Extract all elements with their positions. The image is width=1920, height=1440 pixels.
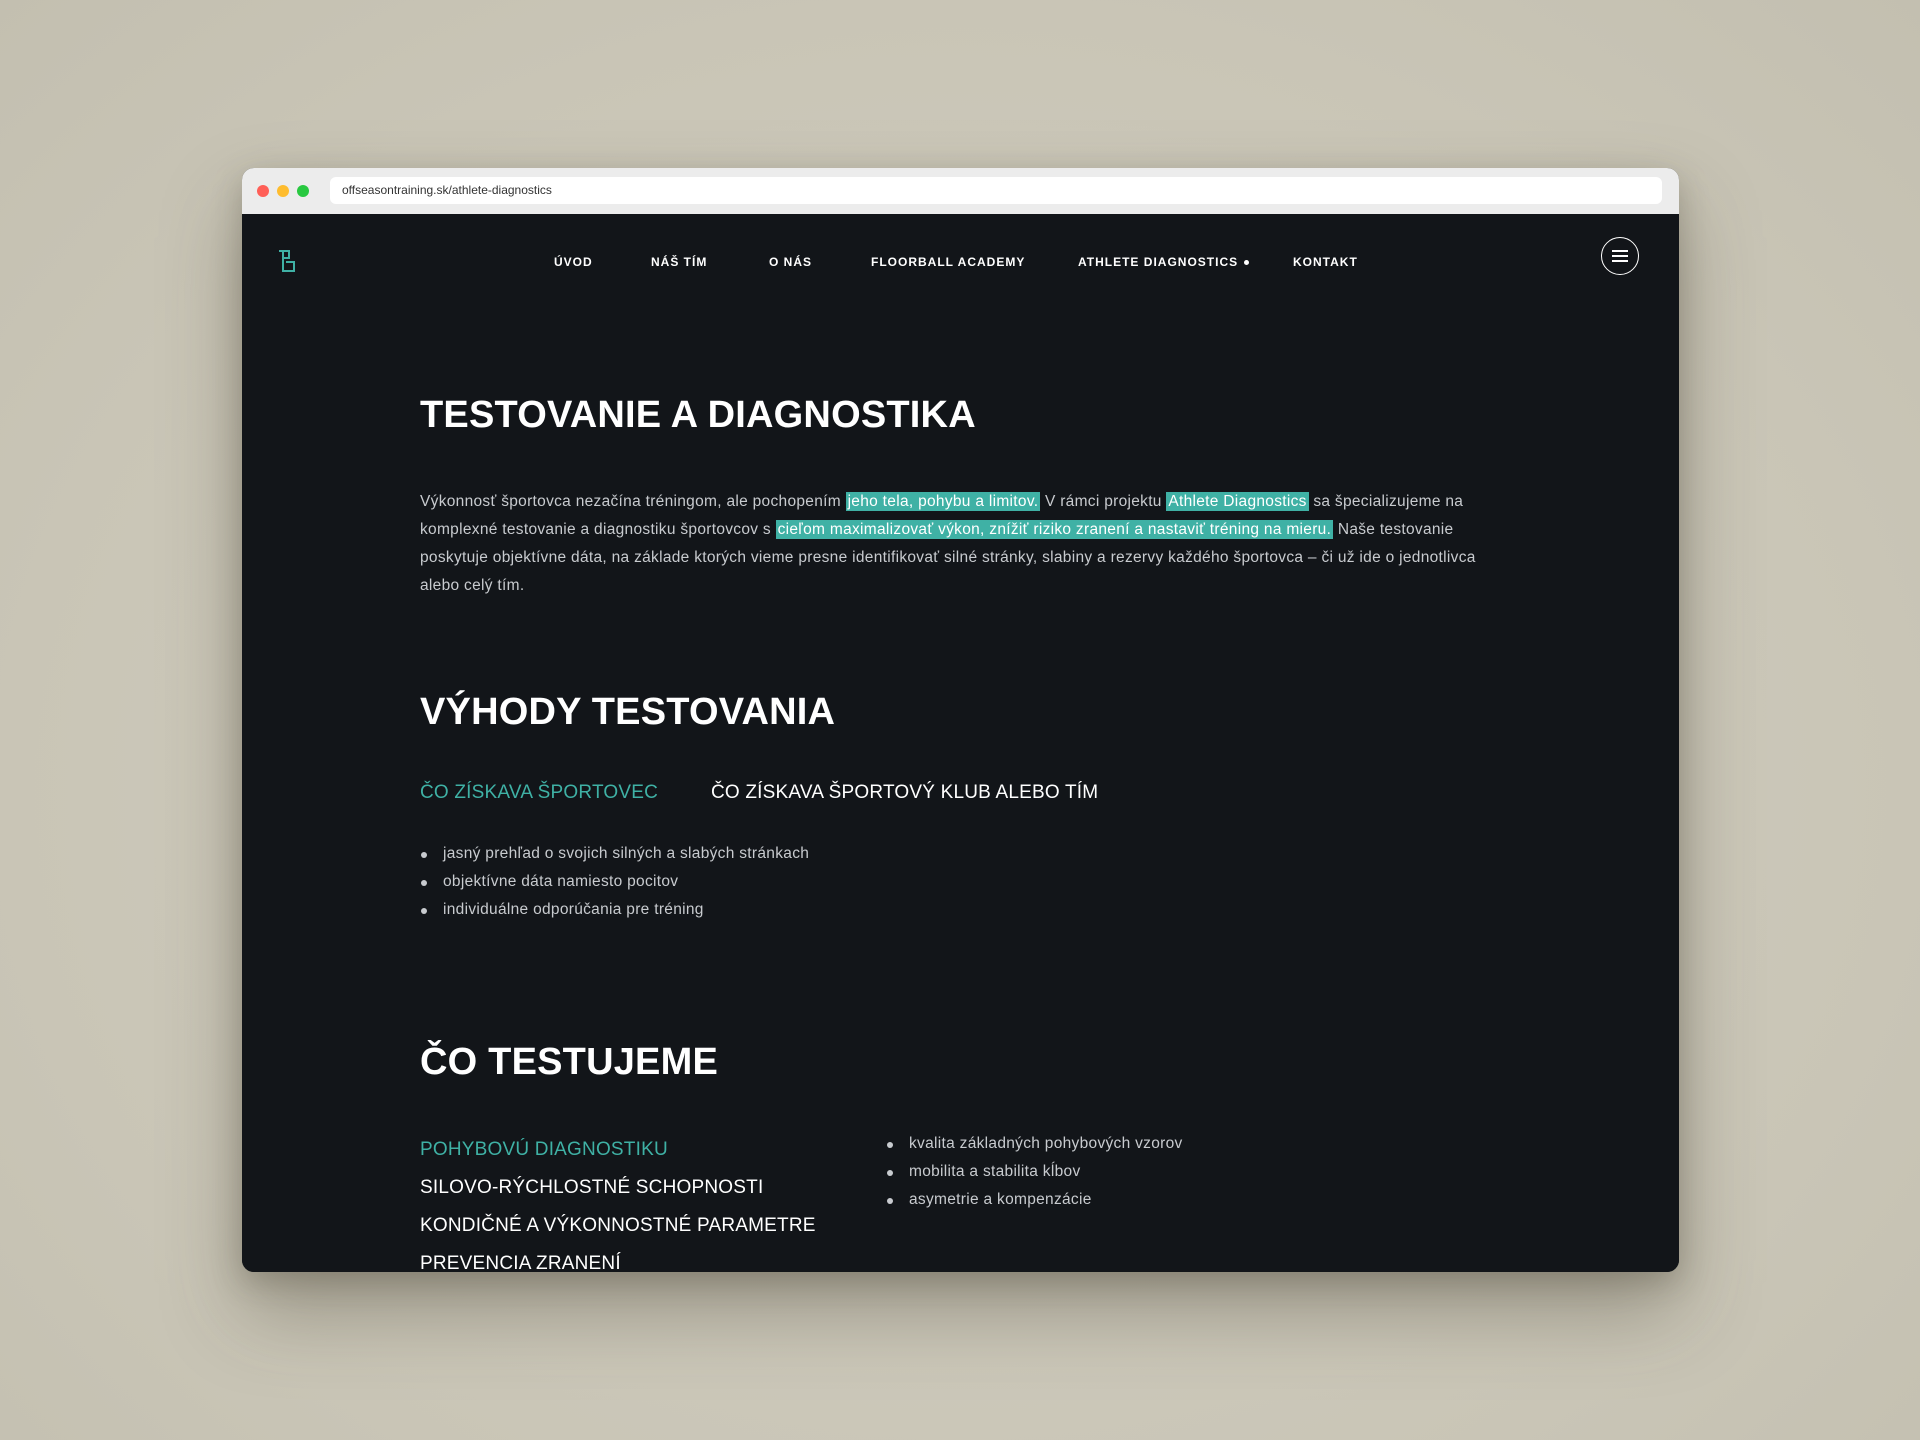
list-item-text: objektívne dáta namiesto pocitov [443, 873, 679, 890]
list-item: individuálne odporúčania pre tréning [420, 896, 809, 924]
list-item: kvalita základných pohybových vzorov [886, 1130, 1183, 1158]
list-item-text: asymetrie a kompenzácie [909, 1191, 1092, 1208]
nav-item-uvod[interactable]: ÚVOD [554, 250, 593, 274]
browser-toolbar: offseasontraining.sk/athlete-diagnostics [242, 168, 1679, 215]
list-item-text: kvalita základných pohybových vzorov [909, 1135, 1183, 1152]
address-bar[interactable]: offseasontraining.sk/athlete-diagnostics [330, 177, 1662, 204]
tests-heading: ČO TESTUJEME [420, 1041, 718, 1083]
web-page: ÚVOD NÁŠ TÍM O NÁS FLOORBALL ACADEMY ATH… [242, 214, 1679, 1272]
close-window-button[interactable] [257, 185, 269, 197]
list-item: asymetrie a kompenzácie [886, 1186, 1183, 1214]
hamburger-menu-icon[interactable] [1601, 237, 1639, 275]
active-indicator-dot [1244, 260, 1250, 266]
intro-highlight: cieľom maximalizovať výkon, znížiť rizik… [775, 520, 1334, 539]
test-category-conditioning[interactable]: KONDIČNÉ A VÝKONNOSTNÉ PARAMETRE [420, 1215, 816, 1237]
nav-item-kontakt[interactable]: KONTAKT [1293, 250, 1358, 274]
list-item: jasný prehľad o svojich silných a slabýc… [420, 840, 809, 868]
list-item: mobilita a stabilita kĺbov [886, 1158, 1183, 1186]
test-category-injury-prevention[interactable]: PREVENCIA ZRANENÍ [420, 1253, 621, 1272]
minimize-window-button[interactable] [277, 185, 289, 197]
nav-item-o-nas[interactable]: O NÁS [769, 250, 812, 274]
list-item-text: individuálne odporúčania pre tréning [443, 901, 704, 918]
main-navigation: ÚVOD NÁŠ TÍM O NÁS FLOORBALL ACADEMY ATH… [242, 250, 1679, 274]
maximize-window-button[interactable] [297, 185, 309, 197]
tests-list: kvalita základných pohybových vzorov mob… [886, 1130, 1183, 1214]
nav-item-label: ATHLETE DIAGNOSTICS [1078, 255, 1239, 269]
intro-highlight: Athlete Diagnostics [1166, 492, 1309, 511]
intro-text: Výkonnosť športovca nezačína tréningom, … [420, 493, 846, 510]
tab-club-benefits[interactable]: ČO ZÍSKAVA ŠPORTOVÝ KLUB ALEBO TÍM [711, 782, 1098, 804]
nav-item-athlete-diagnostics[interactable]: ATHLETE DIAGNOSTICS [1078, 250, 1250, 274]
page-title: TESTOVANIE A DIAGNOSTIKA [420, 394, 976, 436]
benefits-heading: VÝHODY TESTOVANIA [420, 691, 836, 733]
tab-athlete-benefits[interactable]: ČO ZÍSKAVA ŠPORTOVEC [420, 782, 658, 804]
benefits-list: jasný prehľad o svojich silných a slabýc… [420, 840, 809, 924]
intro-text: V rámci projektu [1040, 493, 1167, 510]
browser-window: offseasontraining.sk/athlete-diagnostics… [242, 168, 1679, 1272]
test-category-movement[interactable]: POHYBOVÚ DIAGNOSTIKU [420, 1139, 668, 1161]
nav-item-nas-tim[interactable]: NÁŠ TÍM [651, 250, 707, 274]
intro-highlight: jeho tela, pohybu a limitov. [845, 492, 1041, 511]
test-category-strength-speed[interactable]: SILOVO-RÝCHLOSTNÉ SCHOPNOSTI [420, 1177, 763, 1199]
list-item: objektívne dáta namiesto pocitov [420, 868, 809, 896]
list-item-text: jasný prehľad o svojich silných a slabýc… [443, 845, 810, 862]
nav-item-floorball-academy[interactable]: FLOORBALL ACADEMY [871, 250, 1025, 274]
intro-paragraph: Výkonnosť športovca nezačína tréningom, … [420, 488, 1505, 600]
list-item-text: mobilita a stabilita kĺbov [909, 1163, 1081, 1180]
